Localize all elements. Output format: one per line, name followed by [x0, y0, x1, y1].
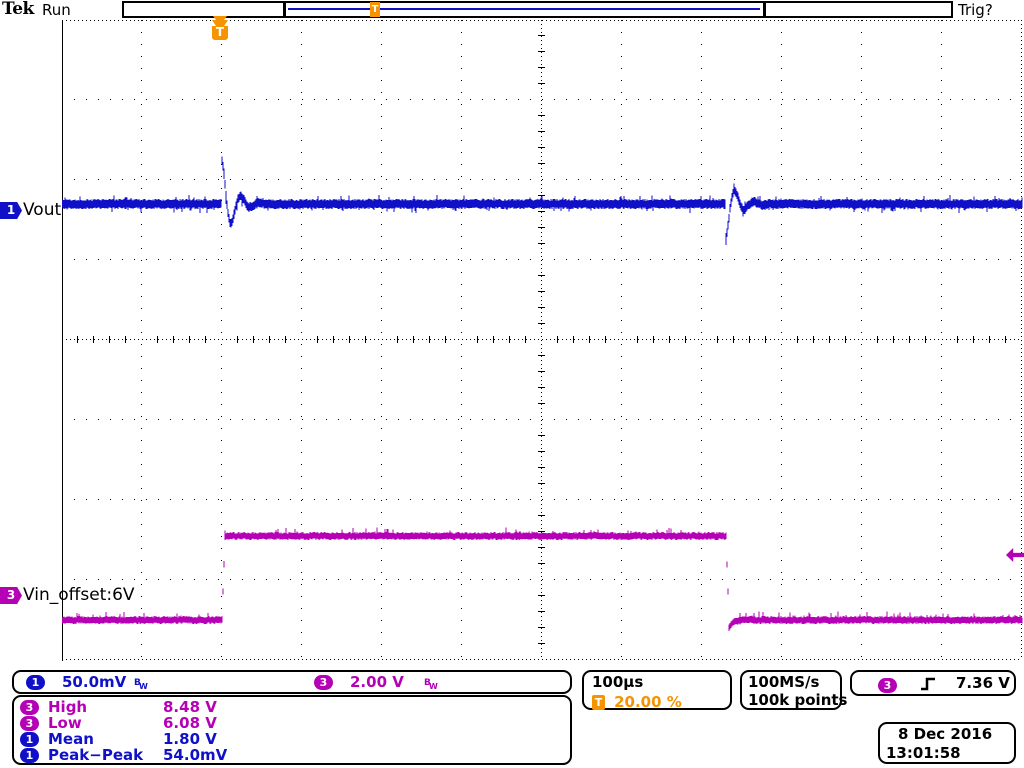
channel-marker-1[interactable]: 1 — [0, 202, 22, 219]
measurement-badge: 1 — [20, 748, 39, 763]
record-trigger-marker-label: T — [371, 4, 379, 15]
timebase-position-badge: T — [592, 695, 605, 710]
trigger-status: Trig? — [958, 1, 993, 19]
sample-rate: 100MS/s — [748, 673, 820, 691]
timebase-scale[interactable]: 100µs — [592, 673, 643, 691]
date-label: 8 Dec 2016 — [898, 725, 993, 743]
time-label: 13:01:58 — [886, 744, 961, 762]
acquisition-run-state[interactable]: Run — [42, 1, 71, 19]
waveform-trace-ch1 — [62, 156, 1023, 245]
tek-logo: Tek — [2, 0, 34, 19]
acquisition-panel[interactable]: 100MS/s 100k points — [740, 670, 847, 710]
channel-badge-3: 3 — [314, 675, 333, 690]
channel-marker-3[interactable]: 3 — [0, 587, 22, 604]
measurement-row[interactable]: 1 Mean 1.80 V — [20, 731, 217, 748]
svg-text:W: W — [139, 682, 148, 691]
trigger-source-badge[interactable]: 3 — [878, 675, 897, 694]
measurement-badge: 3 — [20, 716, 39, 731]
measurement-row[interactable]: 3 Low 6.08 V — [20, 715, 217, 732]
measurement-badge: 3 — [20, 700, 39, 715]
timebase-panel[interactable]: 100µs T 20.00 % — [582, 670, 732, 711]
measurements-panel[interactable]: 3 High 8.48 V 3 Low 6.08 V 1 Mean 1.80 V… — [12, 695, 572, 765]
timebase-position-value: 20.00 % — [614, 693, 682, 711]
trigger-position-label: T — [215, 25, 225, 39]
rising-edge-icon — [921, 677, 935, 691]
datetime-panel: 8 Dec 2016 13:01:58 — [878, 722, 1016, 764]
record-overview-left — [122, 1, 285, 18]
measurement-name: Peak−Peak — [48, 746, 144, 764]
channel-badge-1: 1 — [26, 675, 45, 690]
record-length: 100k points — [748, 691, 848, 709]
channel-label-1: Vout — [23, 200, 62, 220]
trigger-source: 3 — [878, 678, 897, 693]
trigger-panel[interactable]: 3 7.36 V — [850, 670, 1016, 696]
bw-limit-icon-ch1: B W — [134, 678, 148, 691]
channel-scale-1-value[interactable]: 50.0mV — [62, 674, 126, 691]
status-bar: Tek Run Trig? T — [0, 0, 1024, 25]
record-overview-right — [764, 1, 953, 18]
channel-scale-3-value[interactable]: 2.00 V — [350, 674, 404, 691]
record-overview-waveform — [288, 8, 760, 10]
channel-scale-1-badge[interactable]: 1 — [26, 674, 45, 691]
waveform-trace-ch3 — [62, 527, 1023, 631]
trigger-level[interactable]: 7.36 V — [956, 674, 1010, 692]
measurement-value: 54.0mV — [163, 746, 228, 764]
waveform-canvas[interactable] — [62, 20, 1023, 661]
measurement-badge: 1 — [20, 732, 39, 747]
measurement-row[interactable]: 3 High 8.48 V — [20, 699, 217, 716]
channel-label-3: Vin_offset:6V — [23, 585, 135, 605]
bw-limit-icon-ch3: B W — [424, 678, 438, 691]
channel-scale-3-badge[interactable]: 3 — [314, 674, 333, 691]
svg-text:W: W — [429, 682, 438, 691]
measurement-row[interactable]: 1 Peak−Peak 54.0mV — [20, 747, 227, 764]
channel-scales-panel: 1 50.0mV B W 3 2.00 V B W — [12, 670, 572, 694]
timebase-position-row[interactable]: T 20.00 % — [592, 692, 682, 711]
